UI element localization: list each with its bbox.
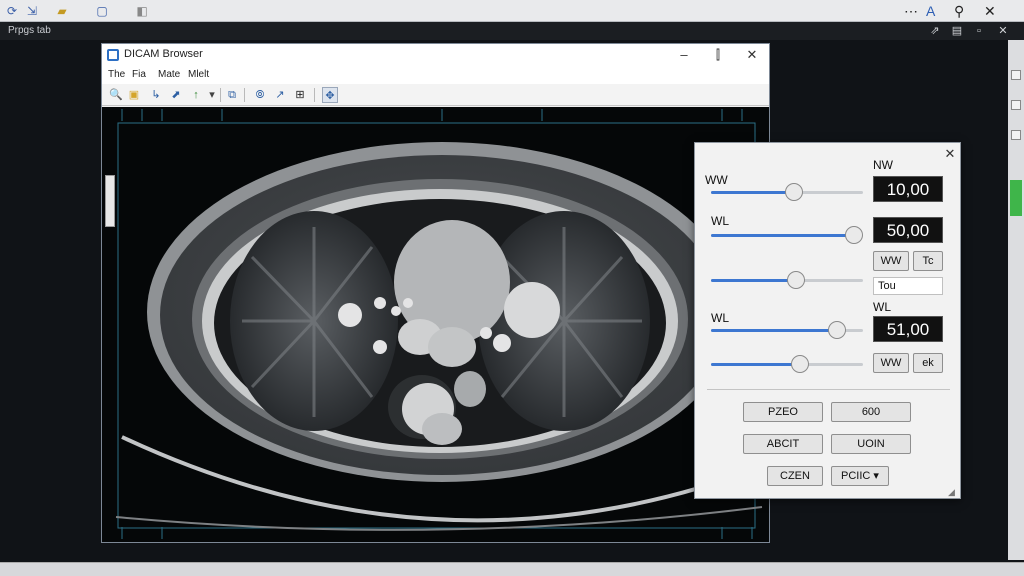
ww-value-display: 10,00 bbox=[873, 176, 943, 202]
wl-value-display-2: 51,00 bbox=[873, 316, 943, 342]
close-icon[interactable]: ✕ bbox=[996, 22, 1010, 40]
menu-item[interactable]: Mate bbox=[158, 69, 180, 80]
slider-thumb[interactable] bbox=[791, 355, 810, 373]
export-icon[interactable]: ⬈ bbox=[168, 87, 184, 103]
slider-thumb[interactable] bbox=[845, 226, 863, 244]
magnify-icon[interactable]: ⦾ bbox=[252, 87, 268, 103]
preset-field[interactable]: Tou bbox=[873, 277, 943, 295]
window-level-panel: ✕ WW NW 10,00 WL 50,00 WW Tc Tou WL WL 5… bbox=[694, 142, 961, 499]
wl-value-display: 50,00 bbox=[873, 217, 943, 243]
action-button[interactable]: 600 bbox=[831, 402, 911, 422]
ek-button[interactable]: ek bbox=[913, 353, 943, 373]
window-titlebar: DICAM Browser – ⫿ ✕ bbox=[102, 44, 769, 66]
folder-icon[interactable]: ▰ bbox=[54, 3, 70, 19]
folder-open-icon[interactable]: ▣ bbox=[126, 87, 142, 103]
toolbar-divider bbox=[244, 88, 245, 102]
refresh-icon[interactable]: ⟳ bbox=[4, 3, 20, 19]
measure-icon[interactable]: ↗ bbox=[272, 87, 288, 103]
up-arrow-icon[interactable]: ↑ bbox=[188, 87, 204, 103]
edge-button[interactable] bbox=[1011, 130, 1021, 140]
grid-icon[interactable]: ⊞ bbox=[292, 87, 308, 103]
window-icon[interactable]: ▫ bbox=[972, 22, 986, 40]
menu-item[interactable]: Fia bbox=[132, 69, 146, 80]
menu-bar: The Fia Mate Mlelt bbox=[102, 66, 769, 84]
display-icon[interactable]: ◧ bbox=[134, 3, 150, 19]
search-icon[interactable]: ⚲ bbox=[954, 2, 964, 20]
desktop-toolbar: ⟳ ⇲ ▰ ▢ ◧ ⋯ A ⚲ ✕ bbox=[0, 0, 1024, 22]
resize-grip-icon[interactable]: ◢ bbox=[948, 487, 958, 497]
dropdown-icon[interactable]: ▾ bbox=[204, 87, 220, 103]
panel-close-button[interactable]: ✕ bbox=[943, 147, 957, 161]
dicom-browser-window: DICAM Browser – ⫿ ✕ The Fia Mate Mlelt 🔍… bbox=[101, 43, 770, 543]
slice-scroll-thumb[interactable] bbox=[105, 175, 115, 227]
desktop-screen: ⟳ ⇲ ▰ ▢ ◧ ⋯ A ⚲ ✕ Prpgs tab ⇗ ▤ ▫ ✕ DICA… bbox=[0, 0, 1024, 576]
pin-icon[interactable]: ⇗ bbox=[928, 22, 942, 40]
image-viewport[interactable] bbox=[102, 107, 769, 542]
contrast-slider[interactable] bbox=[711, 355, 863, 373]
slider-thumb[interactable] bbox=[787, 271, 806, 289]
action-button[interactable]: PZEO bbox=[743, 402, 823, 422]
ww-slider[interactable] bbox=[711, 183, 863, 201]
toolbar-divider bbox=[314, 88, 315, 102]
app-logo-icon bbox=[107, 49, 119, 61]
document-icon[interactable]: ▢ bbox=[94, 3, 110, 19]
wl-value-label: WL bbox=[873, 300, 891, 314]
nw-label: NW bbox=[873, 158, 893, 172]
panel-divider bbox=[707, 389, 950, 390]
copy-icon[interactable]: ⧉ bbox=[224, 87, 240, 103]
taskbar bbox=[0, 562, 1024, 576]
slider-fill bbox=[711, 191, 794, 194]
dropdown-button[interactable]: PCIIC ▾ bbox=[831, 466, 889, 486]
ww-button[interactable]: WW bbox=[873, 251, 909, 271]
edge-button[interactable] bbox=[1011, 100, 1021, 110]
status-indicator bbox=[1010, 180, 1022, 216]
action-button[interactable]: UOIN bbox=[831, 434, 911, 454]
app-name: Prpgs tab bbox=[8, 25, 51, 36]
zoom-icon[interactable]: 🔍 bbox=[108, 87, 124, 103]
level-slider[interactable] bbox=[711, 271, 863, 289]
minimize-button[interactable]: – bbox=[670, 46, 698, 64]
menu-item[interactable]: The bbox=[108, 69, 125, 80]
close-icon[interactable]: ✕ bbox=[984, 2, 996, 20]
wl-label: WL bbox=[711, 214, 729, 228]
tc-button[interactable]: Tc bbox=[913, 251, 943, 271]
action-button[interactable]: ABCIT bbox=[743, 434, 823, 454]
toolbar-divider bbox=[220, 88, 221, 102]
ct-scan-image bbox=[115, 109, 763, 539]
wl-slider-2[interactable] bbox=[711, 321, 863, 339]
more-icon[interactable]: ⋯ bbox=[904, 2, 918, 20]
slider-fill bbox=[711, 329, 837, 332]
slider-fill bbox=[711, 279, 797, 282]
window-title: DICAM Browser bbox=[124, 48, 203, 60]
ww-button-2[interactable]: WW bbox=[873, 353, 909, 373]
slider-thumb[interactable] bbox=[827, 321, 846, 339]
export-icon[interactable]: ⇲ bbox=[24, 3, 40, 19]
edge-button[interactable] bbox=[1011, 70, 1021, 80]
slider-fill bbox=[711, 363, 801, 366]
wl-slider[interactable] bbox=[711, 226, 863, 244]
action-button[interactable]: CZEN bbox=[767, 466, 823, 486]
close-button[interactable]: ✕ bbox=[738, 46, 766, 64]
right-edge-panel bbox=[1008, 40, 1024, 560]
menu-item[interactable]: Mlelt bbox=[188, 69, 209, 80]
app-title-strip: Prpgs tab ⇗ ▤ ▫ ✕ bbox=[0, 22, 1024, 40]
toolbar: 🔍 ▣ ↳ ⬈ ↑ ▾ ⧉ ⦾ ↗ ⊞ ✥ bbox=[102, 84, 769, 106]
copy-icon[interactable]: ▤ bbox=[950, 22, 964, 40]
pan-icon[interactable]: ✥ bbox=[322, 87, 338, 103]
maximize-button[interactable]: ⫿ bbox=[704, 46, 732, 64]
link-icon[interactable]: ↳ bbox=[148, 87, 164, 103]
slider-fill bbox=[711, 234, 854, 237]
nav-icon[interactable]: A bbox=[926, 2, 935, 20]
slider-thumb[interactable] bbox=[784, 183, 803, 201]
